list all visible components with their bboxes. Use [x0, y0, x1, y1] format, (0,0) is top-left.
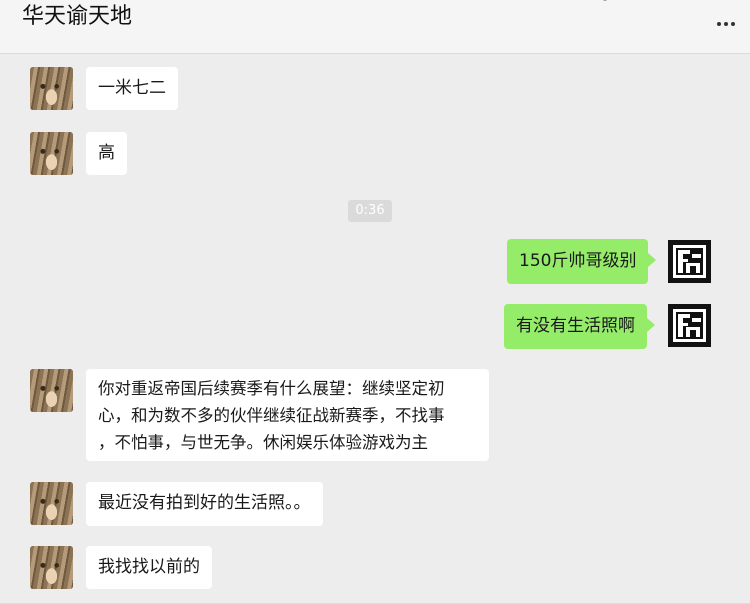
avatar[interactable]: [30, 369, 73, 412]
avatar[interactable]: [30, 482, 73, 525]
message-bubble[interactable]: 有没有生活照啊: [504, 304, 655, 349]
avatar[interactable]: [30, 132, 73, 175]
message-bubble[interactable]: 150斤帅哥级别: [507, 239, 657, 284]
chat-title: 华天谕天地: [22, 4, 133, 29]
message-bubble[interactable]: 最近没有拍到好的生活照。。: [86, 482, 323, 526]
message-bubble[interactable]: 我找找以前的: [86, 546, 212, 589]
chat-header: 华天谕天地: [0, 0, 750, 54]
avatar[interactable]: [30, 67, 73, 110]
logo-avatar-icon: [668, 240, 711, 283]
logo-avatar-icon: [668, 304, 711, 347]
message-line: 你对重返帝国后续赛季有什么展望：继续坚定初: [98, 379, 445, 398]
message-bubble[interactable]: 一米七二: [86, 67, 178, 110]
more-horizontal-icon[interactable]: [714, 12, 738, 36]
timestamp: 0:36: [348, 200, 392, 222]
message-list[interactable]: 一米七二 高 0:36 150斤帅哥级别 有没有生活照啊 你对重返帝国后续赛季有…: [0, 55, 750, 604]
status-dot: [603, 0, 607, 1]
message-bubble[interactable]: 高: [86, 132, 127, 175]
message-bubble[interactable]: 你对重返帝国后续赛季有什么展望：继续坚定初 心，和为数不多的伙伴继续征战新赛季，…: [86, 369, 489, 461]
message-line: 心，和为数不多的伙伴继续征战新赛季，不找事: [98, 406, 445, 425]
avatar[interactable]: [668, 240, 711, 283]
avatar[interactable]: [30, 546, 73, 589]
avatar[interactable]: [668, 304, 711, 347]
message-line: ，不怕事，与世无争。休闲娱乐体验游戏为主: [98, 433, 428, 452]
